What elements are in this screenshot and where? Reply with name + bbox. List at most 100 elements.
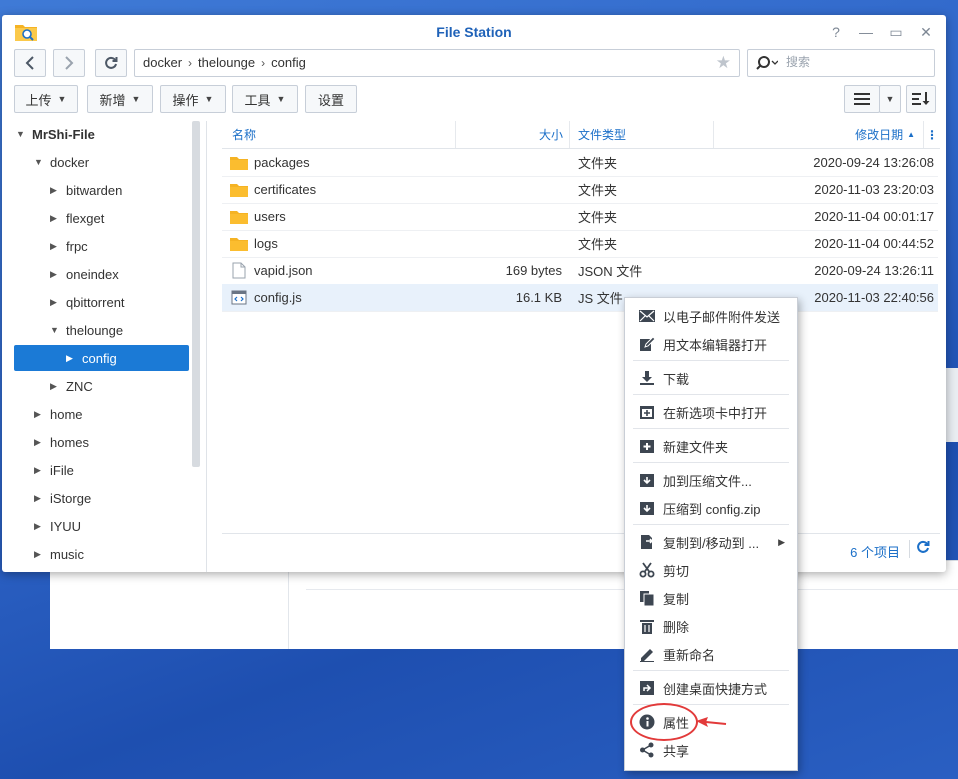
menu-item-shortcut[interactable]: 创建桌面快捷方式 — [625, 674, 797, 702]
collapsed-arrow-icon[interactable]: ▶ — [50, 297, 58, 308]
breadcrumb-config[interactable]: config — [271, 55, 306, 70]
table-row[interactable]: packages 文件夹 2020-09-24 13:26:08 — [222, 149, 938, 177]
file-type: JS 文件 — [578, 291, 623, 306]
tree-item-label: home — [50, 406, 83, 422]
caret-down-icon: ▼ — [57, 94, 67, 104]
menu-item-share[interactable]: 共享 — [625, 736, 797, 764]
search-input[interactable] — [784, 54, 928, 70]
back-button[interactable] — [14, 49, 46, 77]
column-modified-label: 修改日期 — [855, 128, 904, 142]
breadcrumb-docker[interactable]: docker — [143, 55, 182, 70]
menu-item-email[interactable]: 以电子邮件附件发送 — [625, 302, 797, 330]
menu-separator — [633, 428, 789, 429]
tree-item-istorge[interactable]: ▶ iStorge — [34, 485, 91, 511]
menu-item-new-folder[interactable]: 新建文件夹 — [625, 432, 797, 460]
collapsed-arrow-icon[interactable]: ▶ — [34, 409, 42, 420]
help-button[interactable]: ? — [826, 23, 846, 41]
menu-item-copy[interactable]: 复制 — [625, 584, 797, 612]
tree-item-docker[interactable]: ▼ docker — [34, 149, 89, 175]
tree-item-iyuu[interactable]: ▶ IYUU — [34, 513, 81, 539]
action-button[interactable]: 操作 ▼ — [160, 85, 226, 113]
tools-label: 工具 — [244, 92, 271, 108]
tree-item-bitwarden[interactable]: ▶ bitwarden — [50, 177, 122, 203]
tree-item-frpc[interactable]: ▶ frpc — [50, 233, 88, 259]
menu-item-open-editor[interactable]: 用文本编辑器打开 — [625, 330, 797, 358]
star-icon[interactable]: ★ — [716, 53, 731, 73]
collapsed-arrow-icon[interactable]: ▶ — [50, 241, 58, 252]
tree-item-qbittorrent[interactable]: ▶ qbittorrent — [50, 289, 125, 315]
menu-item-delete[interactable]: 删除 — [625, 612, 797, 640]
menu-item-add-archive[interactable]: 加到压缩文件... — [625, 466, 797, 494]
tree-item-oneindex[interactable]: ▶ oneindex — [50, 261, 119, 287]
background-window-edge — [946, 368, 958, 442]
collapsed-arrow-icon[interactable]: ▶ — [50, 381, 58, 392]
settings-button[interactable]: 设置 — [305, 85, 357, 113]
collapsed-arrow-icon[interactable]: ▶ — [50, 213, 58, 224]
upload-button[interactable]: 上传 ▼ — [14, 85, 78, 113]
minimize-button[interactable]: — — [856, 23, 876, 41]
navigation-bar: docker › thelounge › config ★ — [14, 49, 936, 79]
table-row-selected[interactable]: config.js 16.1 KB JS 文件 2020-11-03 22:40… — [222, 284, 938, 312]
tree-root[interactable]: ▼ MrShi-File — [16, 121, 95, 147]
column-type[interactable]: 文件类型 — [570, 121, 714, 148]
breadcrumb-thelounge[interactable]: thelounge — [198, 55, 255, 70]
sidebar-scrollbar[interactable] — [192, 121, 200, 467]
refresh-path-button[interactable] — [95, 49, 127, 77]
expanded-arrow-icon[interactable]: ▼ — [16, 129, 25, 139]
search-icon — [756, 56, 778, 70]
table-row[interactable]: logs 文件夹 2020-11-04 00:44:52 — [222, 230, 938, 258]
collapsed-arrow-icon[interactable]: ▶ — [50, 269, 58, 280]
forward-button[interactable] — [53, 49, 85, 77]
collapsed-arrow-icon[interactable]: ▶ — [34, 493, 42, 504]
collapsed-arrow-icon[interactable]: ▶ — [34, 549, 42, 560]
sort-button[interactable] — [906, 85, 936, 113]
view-mode-dropdown[interactable]: ▼ — [879, 85, 901, 113]
status-bar: 6 个项目 — [222, 533, 940, 564]
menu-item-download[interactable]: 下载 — [625, 364, 797, 392]
table-row[interactable]: users 文件夹 2020-11-04 00:01:17 — [222, 203, 938, 231]
maximize-button[interactable]: ▭ — [886, 23, 906, 41]
copy-icon — [639, 590, 655, 606]
column-modified[interactable]: 修改日期 ▲ — [714, 121, 924, 148]
table-row[interactable]: vapid.json 169 bytes JSON 文件 2020-09-24 … — [222, 257, 938, 285]
collapsed-arrow-icon[interactable]: ▶ — [50, 185, 58, 196]
tree-item-home[interactable]: ▶ home — [34, 401, 83, 427]
menu-item-copy-move[interactable]: 复制到/移动到 ... ▶ — [625, 528, 797, 556]
tree-item-ifile[interactable]: ▶ iFile — [34, 457, 74, 483]
column-options-icon[interactable]: ⋮ — [924, 121, 940, 148]
menu-item-cut[interactable]: 剪切 — [625, 556, 797, 584]
tree-item-thelounge[interactable]: ▼ thelounge — [50, 317, 123, 343]
collapsed-arrow-icon[interactable]: ▶ — [34, 465, 42, 476]
folder-icon — [230, 184, 248, 197]
tree-item-label: ZNC — [66, 378, 93, 394]
refresh-icon[interactable] — [916, 540, 930, 558]
menu-item-label: 用文本编辑器打开 — [663, 337, 768, 353]
tree-item-homes[interactable]: ▶ homes — [34, 429, 89, 455]
expanded-arrow-icon[interactable]: ▼ — [50, 325, 59, 335]
menu-item-rename[interactable]: 重新命名 — [625, 640, 797, 668]
collapsed-arrow-icon[interactable]: ▶ — [34, 437, 42, 448]
column-name[interactable]: 名称 — [222, 121, 456, 148]
close-button[interactable]: ✕ — [916, 23, 936, 41]
path-bar[interactable]: docker › thelounge › config ★ — [134, 49, 740, 77]
collapsed-arrow-icon[interactable]: ▶ — [66, 353, 74, 364]
table-row[interactable]: certificates 文件夹 2020-11-03 23:20:03 — [222, 176, 938, 204]
column-size-label: 大小 — [538, 128, 563, 142]
column-size[interactable]: 大小 — [456, 121, 570, 148]
tree-item-music[interactable]: ▶ music — [34, 541, 84, 567]
tools-button[interactable]: 工具 ▼ — [232, 85, 298, 113]
tree-item-config[interactable]: ▶ config — [14, 345, 189, 371]
tree-item-flexget[interactable]: ▶ flexget — [50, 205, 104, 231]
tree-item-label: docker — [50, 154, 90, 170]
tree-item-label: thelounge — [66, 322, 124, 338]
collapsed-arrow-icon[interactable]: ▶ — [34, 521, 42, 532]
expanded-arrow-icon[interactable]: ▼ — [34, 157, 43, 167]
create-button[interactable]: 新增 ▼ — [87, 85, 153, 113]
view-mode-button[interactable] — [844, 85, 880, 113]
search-box[interactable] — [747, 49, 935, 77]
tree-item-znc[interactable]: ▶ ZNC — [50, 373, 93, 399]
caret-down-icon: ▼ — [885, 94, 895, 104]
tree-item-label: bitwarden — [66, 182, 123, 198]
menu-item-open-new-tab[interactable]: 在新选项卡中打开 — [625, 398, 797, 426]
menu-item-compress-to[interactable]: 压缩到 config.zip — [625, 494, 797, 522]
